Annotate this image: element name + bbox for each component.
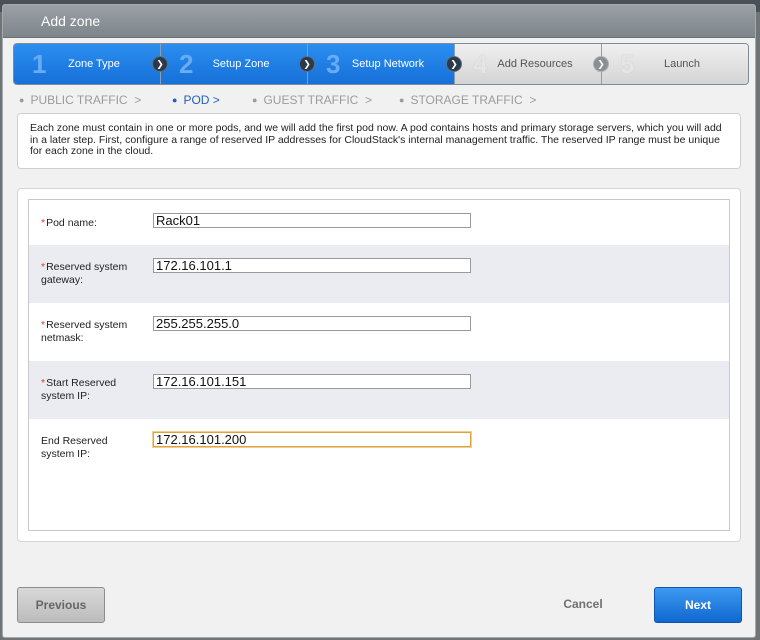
traffic-subnav: ● PUBLIC TRAFFIC > ● POD > ● GUEST TRAFFIC … [15, 89, 751, 109]
subnav-label: PUBLIC TRAFFIC [30, 93, 128, 107]
reserved-gateway-input[interactable] [153, 258, 471, 273]
subnav-storage-traffic[interactable]: ● STORAGE TRAFFIC > [399, 93, 536, 107]
dialog-title: Add zone [41, 13, 101, 29]
chevron-right-icon: ❯ [153, 57, 167, 71]
step-label: Setup Zone [212, 58, 270, 70]
pod-name-input[interactable] [153, 213, 471, 228]
step-add-resources[interactable]: 4 Add Resources ❯ [455, 44, 608, 84]
form-row-pod-name: *Pod name: [29, 200, 729, 245]
previous-button[interactable]: Previous [17, 587, 105, 623]
step-zone-type[interactable]: 1 Zone Type ❯ [14, 44, 167, 84]
next-button[interactable]: Next [654, 587, 742, 623]
field-label: *Reserved system netmask: [41, 319, 128, 344]
subnav-label: POD [183, 93, 210, 107]
cancel-button[interactable]: Cancel [553, 597, 613, 611]
bullet-icon: ● [252, 95, 258, 105]
pod-form: *Pod name: *Reserved systemgateway: *Res… [28, 199, 730, 531]
field-label: *Pod name: [41, 217, 97, 229]
chevron-right-icon: > [365, 93, 373, 107]
subnav-label: STORAGE TRAFFIC [410, 93, 523, 107]
field-label: End Reserved system IP: [41, 435, 108, 460]
field-label: *Start Reserved system IP: [41, 377, 117, 402]
reserved-netmask-input[interactable] [153, 316, 471, 331]
step-label: Add Resources [497, 58, 573, 70]
step-setup-network[interactable]: 3 Setup Network ❯ [308, 44, 461, 84]
form-row-reserved-gateway: *Reserved system gateway: [29, 245, 729, 303]
subnav-public-traffic[interactable]: ● PUBLIC TRAFFIC > [19, 93, 141, 107]
wizard-steps: 1 Zone Type ❯ 2 Setup Zone ❯ 3 Setup Net… [13, 43, 749, 85]
start-reserved-ip-input[interactable] [153, 374, 471, 389]
end-reserved-ip-input[interactable] [153, 432, 471, 447]
chevron-right-icon: > [134, 93, 142, 107]
form-row-start-ip: *Start Reserved system IP: [29, 361, 729, 419]
step-label: Zone Type [68, 58, 120, 70]
required-marker: * [41, 377, 46, 389]
step-launch[interactable]: 5 Launch [602, 44, 748, 84]
subnav-label: GUEST TRAFFIC [263, 93, 359, 107]
form-row-reserved-netmask: *Reserved system netmask: [29, 303, 729, 361]
step-label: Setup Network [351, 58, 425, 70]
chevron-right-icon: > [529, 93, 537, 107]
required-marker: * [41, 217, 46, 229]
chevron-right-icon: ❯ [300, 57, 314, 71]
chevron-right-icon: > [212, 93, 220, 107]
pod-description: Each zone must contain in one or more po… [17, 113, 741, 169]
step-setup-zone[interactable]: 2 Setup Zone ❯ [161, 44, 314, 84]
step-label: Launch [663, 58, 701, 70]
add-zone-dialog: Add zone 1 Zone Type ❯ 2 Setup Zone ❯ 3 … [2, 4, 756, 638]
chevron-right-icon: ❯ [447, 57, 461, 71]
bullet-icon: ● [172, 95, 178, 105]
bullet-icon: ● [399, 95, 405, 105]
pod-form-panel: *Pod name: *Reserved systemgateway: *Res… [17, 188, 741, 542]
chevron-right-icon: ❯ [594, 57, 608, 71]
field-label: *Reserved system gateway: [41, 261, 128, 286]
form-row-end-ip: End Reserved system IP: [29, 419, 729, 477]
required-marker: * [41, 319, 46, 331]
dialog-titlebar: Add zone [3, 5, 755, 38]
bullet-icon: ● [19, 95, 25, 105]
required-marker: * [41, 261, 46, 273]
subnav-pod[interactable]: ● POD > [172, 93, 220, 107]
subnav-guest-traffic[interactable]: ● GUEST TRAFFIC > [252, 93, 372, 107]
